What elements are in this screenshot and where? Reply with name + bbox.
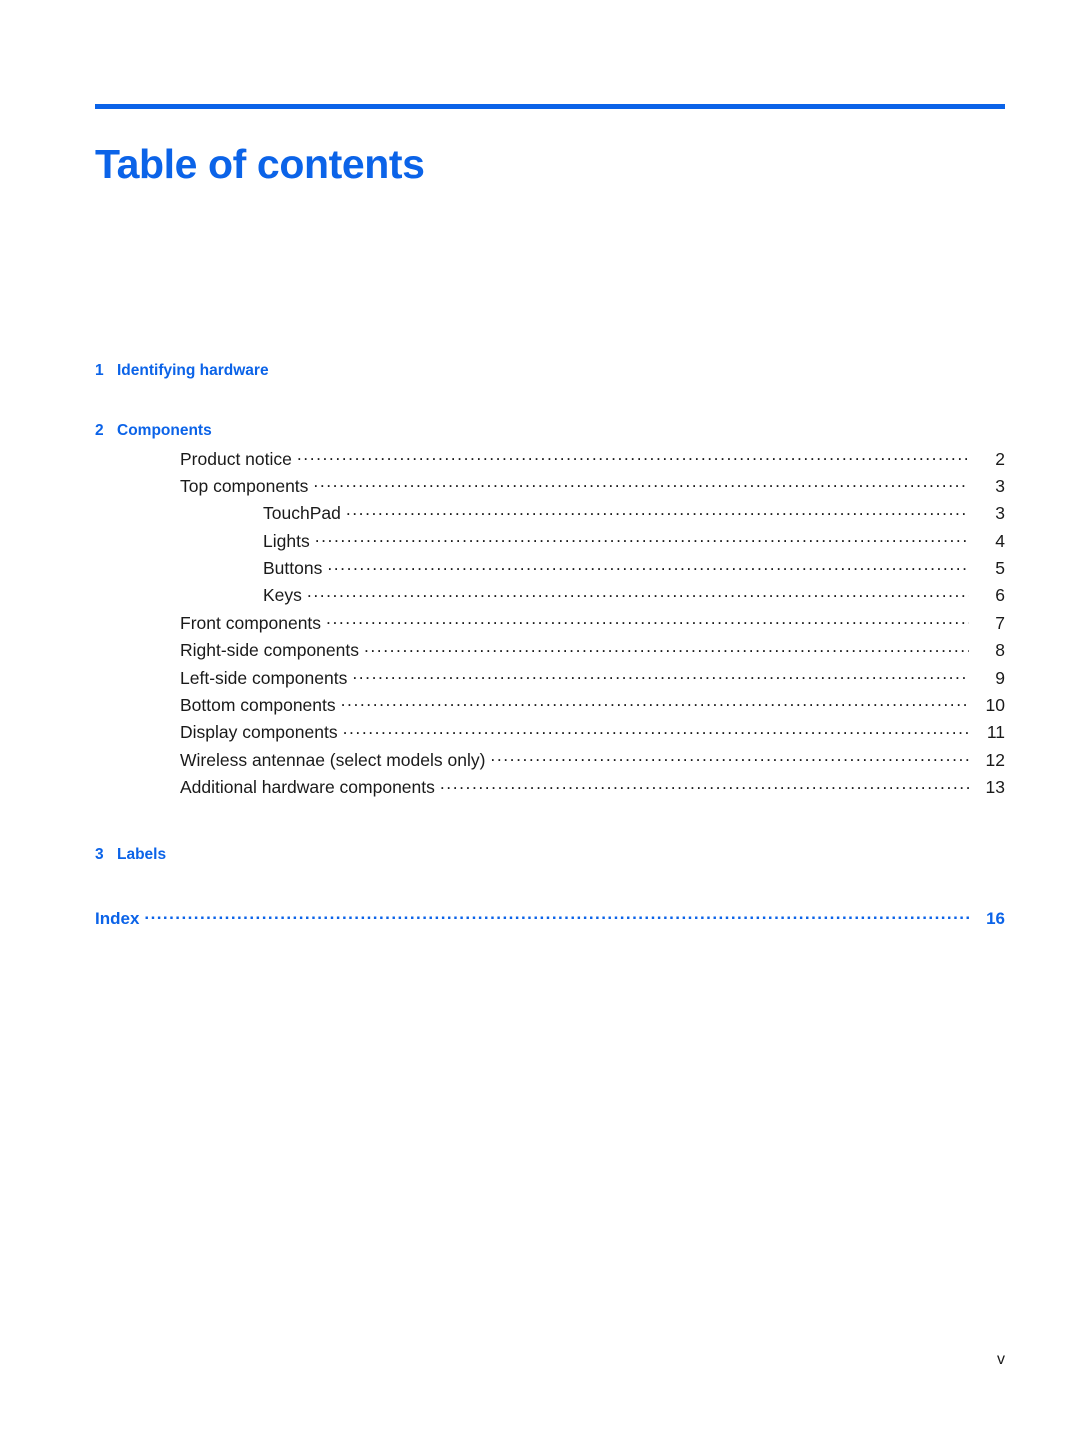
toc-entry-page: 3 — [995, 475, 1005, 496]
page-title: Table of contents — [95, 141, 425, 188]
toc-page: Table of contents 1 Identifying hardware… — [0, 0, 1080, 1437]
toc-entry[interactable]: Front components 7 — [95, 611, 1005, 638]
dot-leader — [144, 907, 969, 924]
toc-entry-page: 2 — [995, 448, 1005, 469]
toc-entry[interactable]: Display components 11 — [95, 721, 1005, 748]
dot-leader — [297, 447, 969, 465]
toc-entry-label: Top components — [180, 475, 309, 496]
toc-entry-label: Index — [95, 908, 140, 928]
page-number-footer: v — [997, 1351, 1005, 1368]
toc-entry[interactable]: Top components 3 — [95, 474, 1005, 501]
toc-entry[interactable]: Wireless antennae (select models only) 1… — [95, 748, 1005, 775]
toc-entry-label: Front components — [180, 612, 322, 633]
dot-leader — [307, 584, 969, 602]
toc-entry-label: Buttons — [263, 558, 323, 579]
dot-leader — [313, 474, 969, 492]
toc-entry-label: Left-side components — [180, 667, 348, 688]
toc-entry-label: Additional hardware components — [180, 777, 435, 798]
toc-entry-label: Right-side components — [180, 640, 359, 661]
toc-entry-page: 10 — [985, 695, 1005, 716]
toc-entry-page: 5 — [995, 558, 1005, 579]
toc-chapter-heading-3[interactable]: 3 Labels — [95, 847, 1005, 863]
chapter-title: Identifying hardware — [117, 362, 269, 379]
toc-entry-page: 11 — [986, 722, 1005, 743]
toc-entry-label: TouchPad — [263, 503, 341, 524]
toc-entry-page: 12 — [985, 749, 1005, 770]
toc-entry-page: 3 — [995, 503, 1005, 524]
toc-entry-page: 13 — [985, 777, 1005, 798]
toc-entry[interactable]: Bottom components 10 — [95, 694, 1005, 721]
toc-entry[interactable]: TouchPad 3 — [95, 502, 1005, 529]
toc-entry-label: Wireless antennae (select models only) — [180, 749, 486, 770]
chapter-number: 3 — [95, 846, 104, 864]
toc-entry-page: 7 — [995, 612, 1005, 633]
chapter-number: 1 — [95, 362, 104, 379]
dot-leader — [364, 639, 969, 657]
toc-entry[interactable]: Buttons 5 — [95, 557, 1005, 584]
dot-leader — [326, 611, 969, 629]
toc-entry[interactable]: Right-side components 8 — [95, 639, 1005, 666]
chapter-title: Labels — [117, 846, 167, 864]
toc-entry-label: Display components — [180, 722, 338, 743]
toc-entry-page: 8 — [995, 640, 1005, 661]
toc-entry-label: Lights — [263, 530, 310, 551]
dot-leader — [440, 776, 969, 794]
toc-entry-page: 9 — [995, 667, 1005, 688]
toc-entry-list: 1 Identifying hardware 2 Components Prod… — [95, 363, 1005, 937]
toc-entry[interactable]: Keys 6 — [95, 584, 1005, 611]
toc-entry[interactable]: Product notice 2 — [95, 447, 1005, 474]
toc-entry-label: Keys — [263, 585, 302, 606]
toc-entry[interactable]: Lights 4 — [95, 529, 1005, 556]
dot-leader — [315, 529, 969, 547]
toc-entry-page: 4 — [995, 530, 1005, 551]
dot-leader — [352, 666, 969, 684]
toc-index-entry[interactable]: Index 16 — [95, 907, 1005, 937]
dot-leader — [490, 748, 969, 766]
toc-entry[interactable]: Additional hardware components 13 — [95, 776, 1005, 803]
dot-leader — [346, 502, 969, 520]
toc-entry[interactable]: Left-side components 9 — [95, 666, 1005, 693]
toc-entry-page: 16 — [986, 908, 1005, 928]
chapter-number: 2 — [95, 421, 104, 439]
toc-chapter-heading-2[interactable]: 2 Components — [95, 421, 1005, 439]
toc-entry-page: 6 — [995, 585, 1005, 606]
chapter-title: Components — [117, 421, 212, 439]
toc-chapter-heading-1[interactable]: 1 Identifying hardware — [95, 363, 1005, 379]
toc-entry-label: Product notice — [180, 448, 292, 469]
toc-entry-label: Bottom components — [180, 695, 336, 716]
dot-leader — [327, 557, 969, 575]
dot-leader — [343, 721, 969, 739]
dot-leader — [341, 694, 969, 712]
title-rule — [95, 104, 1005, 109]
